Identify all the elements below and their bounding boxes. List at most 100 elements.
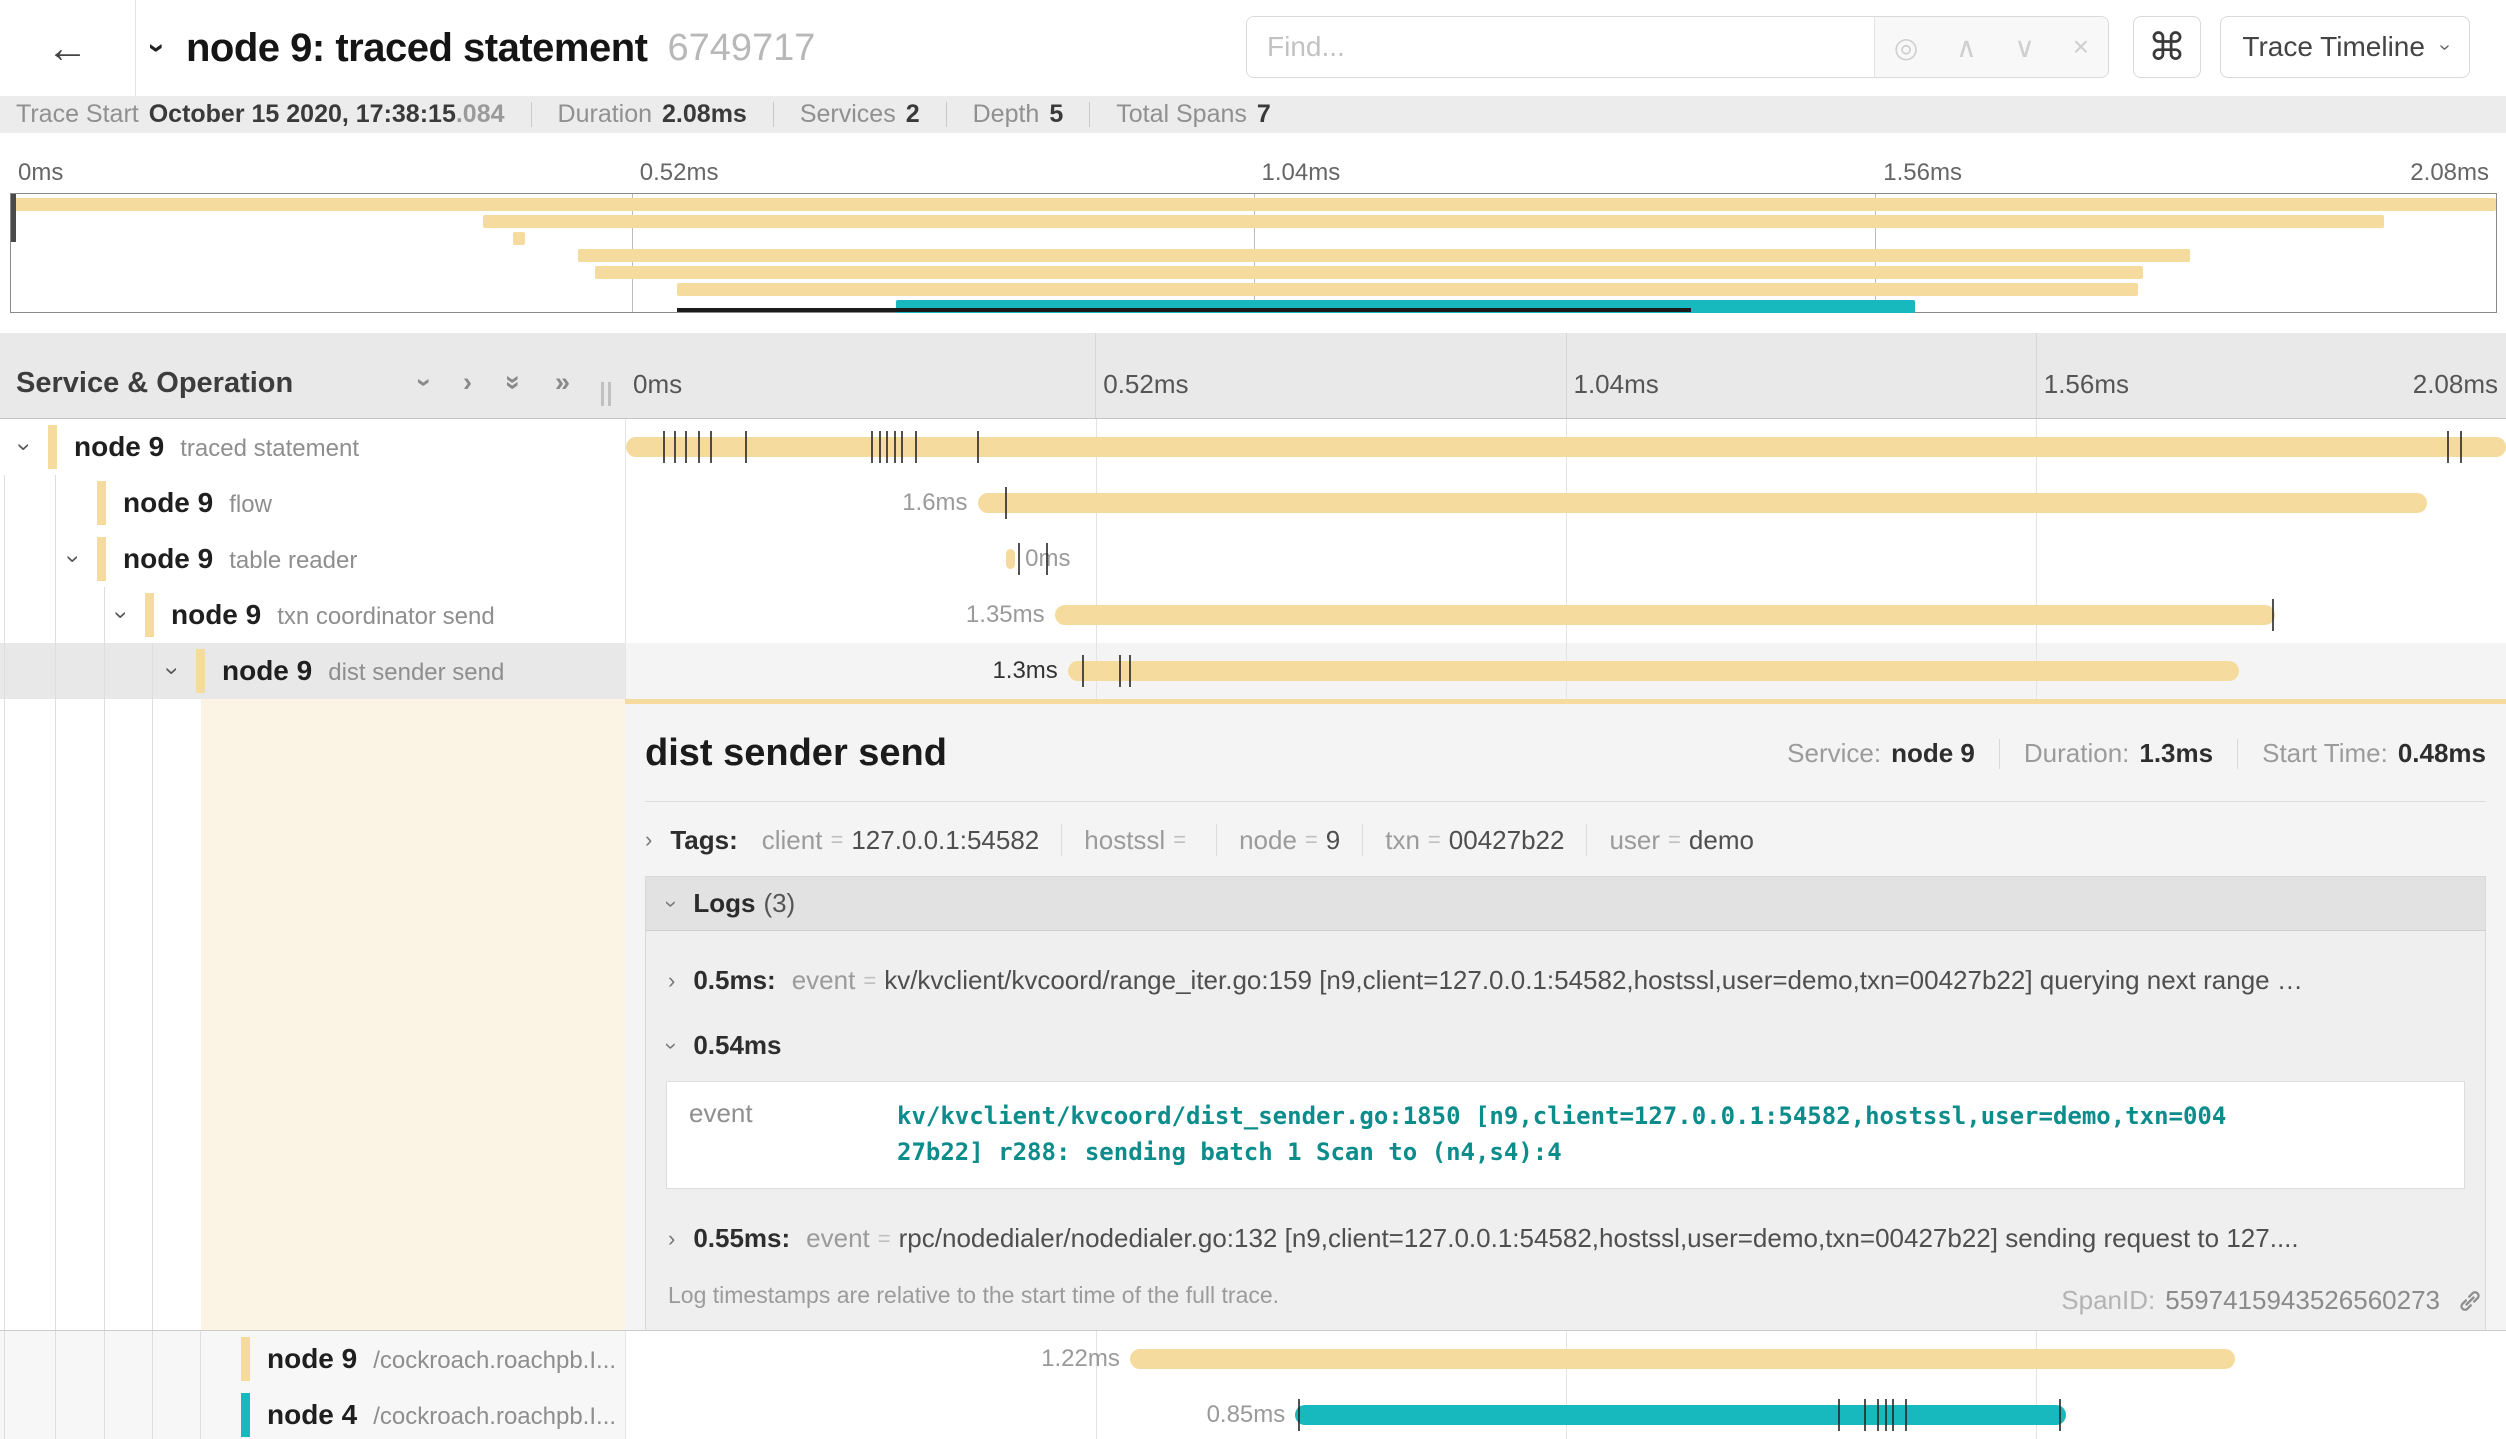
equals-sign: =	[1305, 827, 1318, 853]
duration-meta-label: Duration:	[2024, 738, 2130, 769]
log-entry-3[interactable]: › 0.55ms: event = rpc/nodedialer/nodedia…	[646, 1223, 2485, 1254]
log-marker-tick	[685, 431, 687, 463]
trace-id-short: 6749717	[667, 27, 815, 70]
log-entry-1[interactable]: › 0.5ms: event = kv/kvclient/kvcoord/ran…	[646, 965, 2485, 996]
find-input[interactable]	[1247, 17, 1874, 77]
log-entry-2-header[interactable]: › 0.54ms	[646, 1030, 2485, 1061]
tags-row[interactable]: › Tags: client=127.0.0.1:54582hostssl=no…	[645, 824, 2486, 856]
span-expand-chevron-icon[interactable]: ›	[69, 531, 77, 587]
divider	[946, 102, 947, 127]
span-bar[interactable]	[1130, 1349, 2235, 1369]
timeline-tick-label: 1.56ms	[1883, 159, 1962, 187]
expand-one-icon[interactable]: ›	[463, 367, 472, 398]
span-row-timeline-cell[interactable]	[625, 419, 2506, 475]
detail-header: dist sender send Service: node 9 Duratio…	[645, 732, 2486, 775]
span-row-timeline-cell[interactable]: 1.22ms	[625, 1331, 2506, 1387]
span-row-labels: node 9txn coordinator send	[171, 587, 495, 643]
span-row[interactable]: node 9/cockroach.roachpb.I... 1.22ms	[0, 1331, 2506, 1387]
service-color-bar	[48, 425, 57, 469]
tag-key: client	[762, 825, 823, 856]
indent-guide	[104, 1331, 105, 1387]
find-tools: ◎ ∧ ∨ ×	[1874, 17, 2108, 77]
span-duration-label: 0.85ms	[1207, 1387, 1286, 1439]
span-row-name-cell[interactable]: ›node 9table reader	[0, 531, 625, 587]
span-bar[interactable]	[1055, 605, 2275, 625]
span-row-timeline-cell[interactable]: 1.35ms	[625, 587, 2506, 643]
service-meta-label: Service:	[1787, 738, 1881, 769]
minimap-canvas[interactable]	[10, 193, 2497, 313]
span-bar[interactable]	[1068, 661, 2239, 681]
span-row-name-cell[interactable]: node 4/cockroach.roachpb.I...	[0, 1387, 625, 1439]
service-color-bar	[241, 1337, 250, 1381]
log-marker-tick	[1082, 655, 1084, 687]
span-row[interactable]: node 9flow1.6ms	[0, 475, 2506, 531]
span-row-timeline-cell[interactable]: 1.3ms	[625, 643, 2506, 699]
span-row[interactable]: › node 9txn coordinator send 1.35ms	[0, 587, 2506, 643]
span-row[interactable]: › node 9 dist sender send 1.3ms	[0, 643, 2506, 699]
span-bar[interactable]	[1006, 549, 1015, 569]
expand-all-icon[interactable]: »	[555, 367, 570, 398]
service-name: node 9	[222, 655, 312, 686]
span-row[interactable]: node 4/cockroach.roachpb.I... 0.85ms	[0, 1387, 2506, 1439]
collapse-trace-chevron-icon[interactable]: ›	[140, 43, 174, 53]
span-row-labels: node 9traced statement	[74, 419, 359, 475]
operation-name: dist sender send	[328, 659, 504, 686]
selected-span-color-strip	[192, 699, 201, 1330]
span-bar[interactable]	[626, 437, 2506, 457]
next-result-icon[interactable]: ∨	[2014, 31, 2035, 64]
span-row[interactable]: ›node 9table reader0ms	[0, 531, 2506, 587]
locate-icon[interactable]: ◎	[1894, 31, 1918, 64]
span-row[interactable]: › node 9traced statement	[0, 419, 2506, 475]
span-expand-chevron-icon[interactable]: ›	[20, 419, 28, 475]
keyboard-shortcuts-button[interactable]: ⌘	[2133, 16, 2201, 78]
span-id-row: SpanID: 5597415943526560273	[2061, 1285, 2484, 1316]
span-row-name-cell[interactable]: › node 9txn coordinator send	[0, 587, 625, 643]
duration-value: 2.08ms	[662, 100, 747, 129]
span-row-timeline-cell[interactable]: 0.85ms	[625, 1387, 2506, 1439]
span-row-timeline-cell[interactable]: 1.6ms	[625, 475, 2506, 531]
prev-result-icon[interactable]: ∧	[1956, 31, 1977, 64]
span-row-labels: node 9 dist sender send	[222, 643, 504, 699]
span-row-timeline-cell[interactable]: 0ms	[625, 531, 2506, 587]
log-marker-tick	[1864, 1399, 1866, 1431]
link-icon[interactable]	[2456, 1287, 2484, 1315]
depth-label: Depth	[973, 100, 1040, 129]
equals-sign: =	[1173, 827, 1186, 853]
view-selector-button[interactable]: Trace Timeline ›	[2220, 16, 2470, 78]
logs-header[interactable]: › Logs (3)	[646, 877, 2485, 931]
indent-guide	[4, 1387, 5, 1439]
timeline-tick-label: 2.08ms	[2413, 369, 2498, 400]
log-marker-tick	[894, 431, 896, 463]
collapse-controls: › › » »	[420, 367, 570, 398]
minimap-drag-handle[interactable]	[11, 194, 16, 242]
minimap-span-bar	[483, 215, 2384, 228]
collapse-one-icon[interactable]: ›	[409, 378, 440, 387]
log-marker-tick	[698, 431, 700, 463]
span-bar[interactable]	[1295, 1405, 2066, 1425]
span-row-name-cell[interactable]: node 9/cockroach.roachpb.I...	[0, 1331, 625, 1387]
trace-minimap: 0ms0.52ms1.04ms1.56ms2.08ms	[0, 133, 2506, 333]
back-button[interactable]: ←	[0, 0, 136, 96]
span-expand-chevron-icon[interactable]: ›	[168, 643, 176, 699]
indent-guide	[104, 643, 105, 699]
minimap-span-bar	[513, 232, 525, 245]
collapse-all-icon[interactable]: »	[498, 375, 529, 390]
timeline-tick-label: 0ms	[18, 159, 63, 187]
span-row-name-cell[interactable]: › node 9 dist sender send	[0, 643, 625, 699]
span-expand-chevron-icon[interactable]: ›	[117, 587, 125, 643]
span-id-label: SpanID:	[2061, 1285, 2155, 1316]
log-marker-tick	[1298, 1399, 1300, 1431]
log-marker-tick	[745, 431, 747, 463]
equals-sign: =	[1428, 827, 1441, 853]
span-row-name-cell[interactable]: › node 9traced statement	[0, 419, 625, 475]
clear-find-icon[interactable]: ×	[2073, 31, 2089, 63]
span-bar[interactable]	[978, 493, 2427, 513]
tags-expand-chevron-icon[interactable]: ›	[645, 827, 652, 853]
minimap-scrubber[interactable]	[677, 308, 1691, 312]
span-duration-label: 1.22ms	[1041, 1331, 1120, 1387]
column-resize-handle[interactable]	[601, 382, 611, 406]
log-marker-tick	[1892, 1399, 1894, 1431]
minimap-span-bar	[677, 283, 2138, 296]
gridline	[1566, 531, 1567, 587]
span-row-name-cell[interactable]: node 9flow	[0, 475, 625, 531]
